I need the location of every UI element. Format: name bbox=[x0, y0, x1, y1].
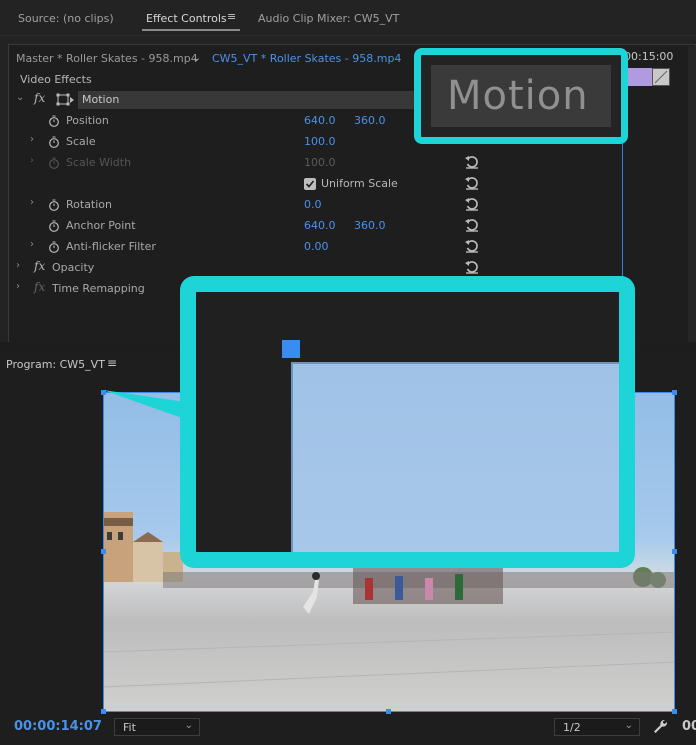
scale-label: Scale bbox=[66, 135, 96, 148]
program-monitor-title: Program: CW5_VT bbox=[6, 358, 105, 371]
panel-menu-icon[interactable]: ≡ bbox=[227, 10, 236, 23]
uniform-scale-label: Uniform Scale bbox=[321, 177, 398, 190]
reset-icon[interactable] bbox=[464, 155, 480, 169]
tab-audio-clip-mixer[interactable]: Audio Clip Mixer: CW5_VT bbox=[258, 12, 399, 25]
stopwatch-icon[interactable] bbox=[48, 136, 60, 148]
reset-icon[interactable] bbox=[464, 176, 480, 190]
panel-menu-icon[interactable]: ≡ bbox=[107, 356, 117, 370]
zoomed-resize-handle bbox=[282, 340, 300, 358]
timeline-timecode: 00:15:00 bbox=[624, 50, 674, 63]
chevron-right-icon[interactable]: › bbox=[30, 239, 34, 250]
reset-icon[interactable] bbox=[464, 260, 480, 274]
anchor-point-x-value[interactable]: 640.0 bbox=[304, 219, 336, 232]
diagonal-line-icon bbox=[654, 70, 668, 84]
resolution-dropdown-value: 1/2 bbox=[563, 721, 581, 734]
fit-dropdown-value: Fit bbox=[123, 721, 136, 734]
anti-flicker-value[interactable]: 0.00 bbox=[304, 240, 329, 253]
fit-dropdown[interactable]: Fit ⌄ bbox=[114, 718, 200, 736]
playhead-timecode[interactable]: 00:00:14:07 bbox=[14, 719, 102, 734]
reset-icon[interactable] bbox=[464, 239, 480, 253]
position-label: Position bbox=[66, 114, 109, 127]
motion-zoom-callout: Motion bbox=[414, 48, 628, 144]
duration-timecode-partial: 00 bbox=[682, 719, 696, 734]
motion-zoom-background: Motion bbox=[431, 65, 611, 127]
uniform-scale-checkbox[interactable] bbox=[304, 178, 316, 190]
time-remapping-label: Time Remapping bbox=[52, 282, 145, 295]
master-clip-label[interactable]: Master * Roller Skates - 958.mp4 bbox=[16, 52, 198, 65]
reset-icon[interactable] bbox=[464, 218, 480, 232]
position-y-value[interactable]: 360.0 bbox=[354, 114, 386, 127]
opacity-label: Opacity bbox=[52, 261, 95, 274]
chevron-down-icon: ⌄ bbox=[184, 720, 193, 731]
tab-effect-controls[interactable]: Effect Controls bbox=[146, 12, 227, 25]
motion-zoom-text: Motion bbox=[447, 73, 589, 119]
sequence-clip-label[interactable]: CW5_VT * Roller Skates - 958.mp4 bbox=[212, 52, 401, 65]
scale-value[interactable]: 100.0 bbox=[304, 135, 336, 148]
stopwatch-icon[interactable] bbox=[48, 199, 60, 211]
anchor-point-row: Anchor Point 640.0 360.0 bbox=[10, 216, 488, 237]
stopwatch-icon[interactable] bbox=[48, 241, 60, 253]
chevron-right-icon[interactable]: › bbox=[16, 281, 20, 292]
video-effects-label: Video Effects bbox=[20, 73, 92, 86]
chevron-right-icon[interactable]: › bbox=[30, 134, 34, 145]
chevron-down-icon[interactable]: ⌄ bbox=[192, 51, 201, 64]
wrench-icon[interactable] bbox=[652, 718, 668, 734]
panel-tab-bar: Source: (no clips) Effect Controls ≡ Aud… bbox=[0, 0, 696, 36]
scale-width-value: 100.0 bbox=[304, 156, 336, 169]
fx-icon[interactable]: fx bbox=[34, 91, 45, 105]
chevron-right-icon: › bbox=[30, 155, 34, 166]
anchor-point-y-value[interactable]: 360.0 bbox=[354, 219, 386, 232]
active-tab-indicator bbox=[142, 29, 240, 31]
anti-flicker-label: Anti-flicker Filter bbox=[66, 240, 156, 253]
zoomed-video-corner bbox=[291, 362, 619, 552]
motion-label: Motion bbox=[82, 93, 120, 106]
clip-end-marker[interactable] bbox=[652, 68, 670, 86]
stopwatch-icon bbox=[49, 157, 59, 169]
rotation-label: Rotation bbox=[66, 198, 113, 211]
stopwatch-icon[interactable] bbox=[48, 115, 60, 127]
anti-flicker-row: › Anti-flicker Filter 0.00 bbox=[10, 237, 488, 258]
reset-icon[interactable] bbox=[464, 197, 480, 211]
chevron-down-icon[interactable]: ⌄ bbox=[16, 92, 24, 103]
rotation-row: › Rotation 0.0 bbox=[10, 195, 488, 216]
clip-bar[interactable] bbox=[624, 68, 652, 86]
resize-handle-left[interactable] bbox=[101, 549, 106, 554]
fx-icon: fx bbox=[34, 280, 46, 294]
transform-box-icon[interactable] bbox=[56, 93, 74, 107]
checkmark-icon bbox=[305, 180, 315, 188]
scale-width-row: › Scale Width 100.0 bbox=[10, 153, 488, 174]
tab-source[interactable]: Source: (no clips) bbox=[18, 12, 114, 25]
rotation-value[interactable]: 0.0 bbox=[304, 198, 322, 211]
stopwatch-icon[interactable] bbox=[48, 220, 60, 232]
resize-handle-top-right[interactable] bbox=[672, 390, 677, 395]
anchor-point-label: Anchor Point bbox=[66, 219, 136, 232]
resize-handle-right[interactable] bbox=[672, 549, 677, 554]
chevron-right-icon[interactable]: › bbox=[16, 260, 20, 271]
handle-zoom-callout bbox=[180, 276, 635, 568]
chevron-down-icon: ⌄ bbox=[624, 720, 633, 731]
scale-width-label: Scale Width bbox=[66, 156, 132, 169]
position-x-value[interactable]: 640.0 bbox=[304, 114, 336, 127]
chevron-right-icon[interactable]: › bbox=[30, 197, 34, 208]
fx-icon[interactable]: fx bbox=[34, 259, 45, 273]
resolution-dropdown[interactable]: 1/2 ⌄ bbox=[554, 718, 640, 736]
uniform-scale-row: Uniform Scale bbox=[10, 174, 488, 195]
scrollbar[interactable] bbox=[688, 46, 696, 342]
